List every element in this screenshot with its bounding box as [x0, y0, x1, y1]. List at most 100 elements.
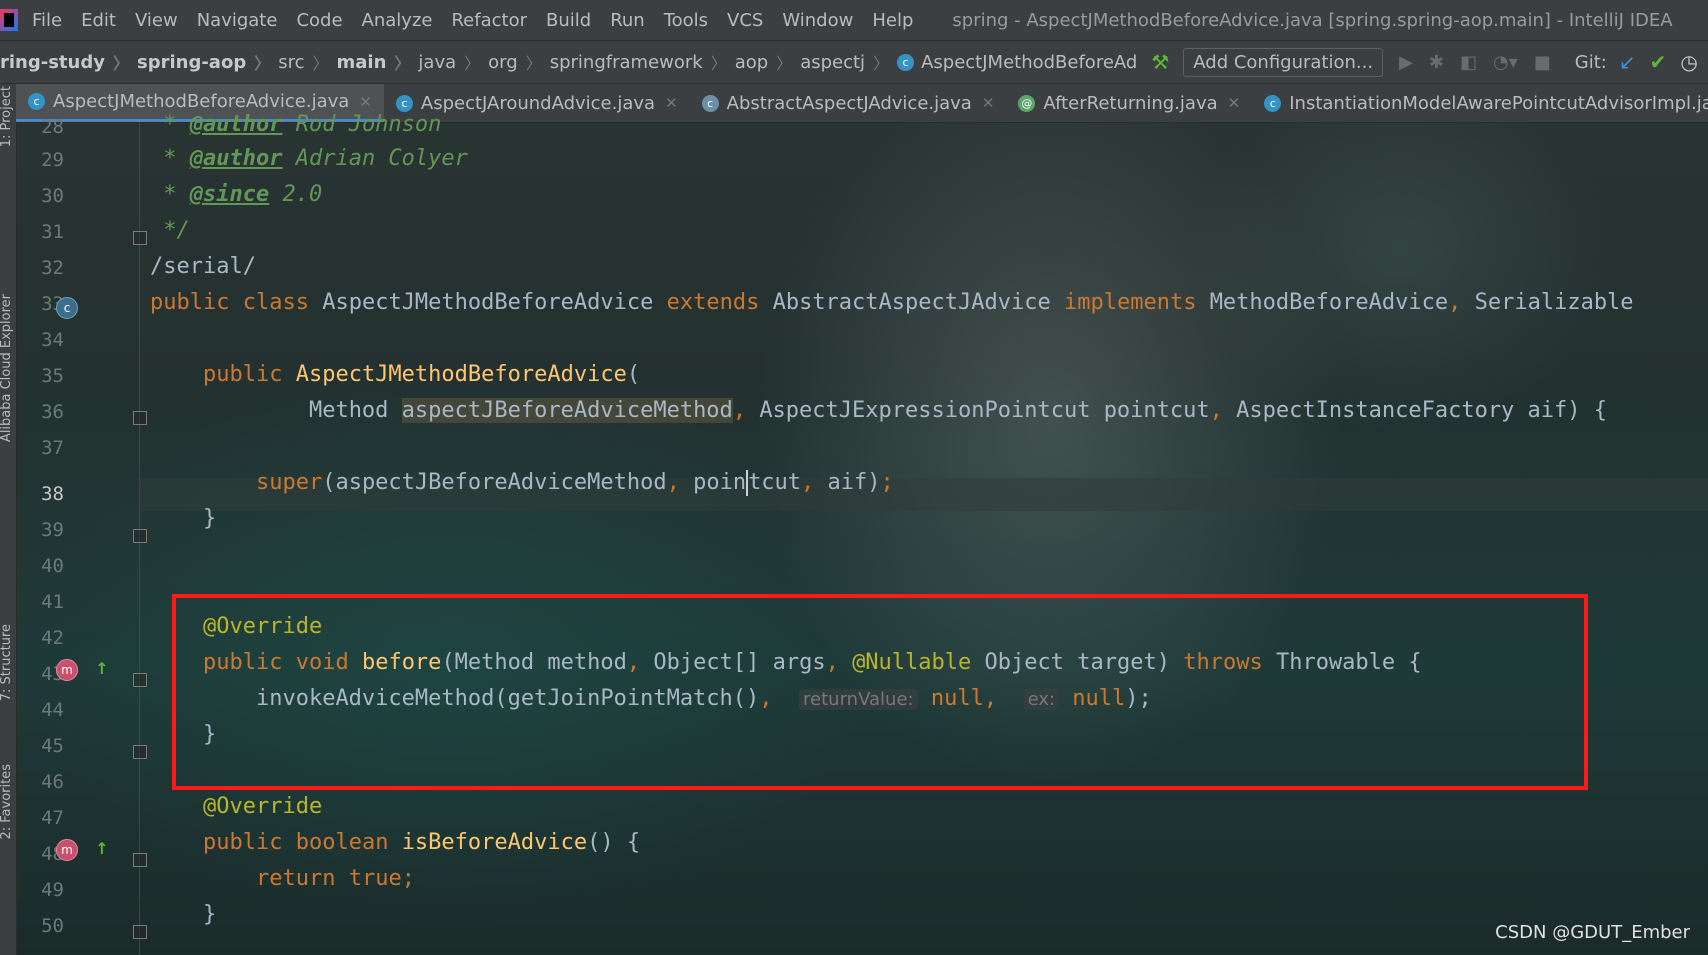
- navigation-bar: ring-study 〉 spring-aop 〉 src 〉 main 〉 java 〉…: [0, 41, 1708, 84]
- tab-label: InstantiationModelAwarePointcutAdvisorIm…: [1289, 92, 1708, 114]
- menu-run[interactable]: Run: [610, 10, 645, 31]
- project-tool-window-button[interactable]: 1: Project: [0, 86, 17, 147]
- left-tool-window-strip: 1: Project Alibaba Cloud Explorer 7: Str…: [0, 84, 17, 955]
- code-line-29: * @author Adrian Colyer: [150, 146, 468, 171]
- line-number: 36: [41, 401, 64, 423]
- alibaba-cloud-explorer-button[interactable]: Alibaba Cloud Explorer: [0, 294, 17, 442]
- menu-tools[interactable]: Tools: [664, 10, 708, 31]
- debug-icon[interactable]: ✱: [1429, 52, 1444, 73]
- line-number: 49: [41, 879, 64, 901]
- profile-icon[interactable]: ◔▾: [1493, 52, 1518, 73]
- line-number: 46: [41, 771, 64, 793]
- line-number: 35: [41, 365, 64, 387]
- breadcrumb-org[interactable]: org 〉: [488, 50, 550, 74]
- tab-label: AbstractAspectJAdvice.java: [726, 92, 972, 114]
- code-line-50: }: [202, 902, 217, 927]
- git-update-icon[interactable]: ↙: [1619, 50, 1636, 74]
- menu-edit[interactable]: Edit: [81, 10, 116, 31]
- git-history-icon[interactable]: ◷: [1680, 50, 1697, 74]
- code-line-30: * @since 2.0: [150, 182, 323, 207]
- window-title: spring - AspectJMethodBeforeAdvice.java …: [952, 9, 1673, 31]
- favorites-tool-window-button[interactable]: 2: Favorites: [0, 764, 17, 840]
- abstract-class-icon: c: [701, 94, 719, 112]
- watermark: CSDN @GDUT_Ember: [1495, 922, 1690, 943]
- tab-label: AfterReturning.java: [1043, 92, 1218, 114]
- implemented-class-icon[interactable]: c: [56, 297, 78, 319]
- editor-gutter[interactable]: 28 29 30 31 32 33 34 35 36 37 38 39 40 4…: [16, 116, 147, 955]
- close-icon[interactable]: ✕: [1228, 94, 1241, 112]
- fold-marker-icon[interactable]: [133, 745, 147, 759]
- breadcrumb-java[interactable]: java 〉: [418, 50, 488, 74]
- structure-tool-window-button[interactable]: 7: Structure: [0, 624, 17, 701]
- tab-abstract-aspectj-advice[interactable]: c AbstractAspectJAdvice.java ✕: [690, 84, 1007, 122]
- tab-instantiation-model-aware-pointcut-advisor-impl[interactable]: c InstantiationModelAwarePointcutAdvisor…: [1252, 84, 1708, 122]
- breadcrumb-module[interactable]: spring-aop 〉: [137, 50, 278, 74]
- highlight-annotation-box: [172, 594, 1588, 790]
- overrides-up-arrow-icon[interactable]: ↑: [92, 839, 112, 859]
- line-number: 50: [41, 915, 64, 937]
- breadcrumb-class[interactable]: c AspectJMethodBeforeAd: [897, 52, 1137, 73]
- code-line-49: return true;: [255, 866, 415, 891]
- fold-marker-icon[interactable]: [133, 411, 147, 425]
- menu-help[interactable]: Help: [872, 10, 913, 31]
- close-icon[interactable]: ✕: [982, 94, 995, 112]
- tab-after-returning[interactable]: @ AfterReturning.java ✕: [1006, 84, 1252, 122]
- overriding-method-icon[interactable]: m: [56, 659, 78, 681]
- fold-marker-icon[interactable]: [133, 853, 147, 867]
- breadcrumb-springframework[interactable]: springframework 〉: [550, 50, 735, 74]
- line-number: 44: [41, 699, 64, 721]
- code-line-33: public class AspectJMethodBeforeAdvice e…: [150, 290, 1634, 315]
- code-line-38: super(aspectJBeforeAdviceMethod, pointcu…: [255, 470, 894, 496]
- line-number: 37: [41, 437, 64, 459]
- line-number: 40: [41, 555, 64, 577]
- coverage-icon[interactable]: ◧: [1460, 52, 1477, 73]
- build-hammer-icon[interactable]: ⚒: [1151, 50, 1169, 74]
- stop-icon[interactable]: ■: [1534, 52, 1551, 73]
- line-number: 32: [41, 257, 64, 279]
- class-icon: c: [28, 93, 45, 110]
- code-line-47: @Override: [202, 794, 323, 819]
- menu-window[interactable]: Window: [782, 10, 853, 31]
- fold-marker-icon[interactable]: [133, 529, 147, 543]
- line-number: 34: [41, 329, 64, 351]
- class-icon: c: [1264, 94, 1282, 112]
- line-number: 42: [41, 627, 64, 649]
- line-number: 29: [41, 149, 64, 171]
- menu-file[interactable]: File: [32, 10, 62, 31]
- menu-analyze[interactable]: Analyze: [362, 10, 433, 31]
- git-label: Git:: [1574, 51, 1607, 73]
- git-commit-icon[interactable]: ✔: [1650, 50, 1667, 74]
- menu-code[interactable]: Code: [296, 10, 342, 31]
- close-icon[interactable]: ✕: [665, 94, 678, 112]
- code-line-48: public boolean isBeforeAdvice() {: [202, 830, 641, 855]
- line-number: 47: [41, 807, 64, 829]
- menu-build[interactable]: Build: [546, 10, 591, 31]
- line-number: 39: [41, 519, 64, 541]
- line-number: 30: [41, 185, 64, 207]
- breadcrumb-aspectj[interactable]: aspectj 〉: [800, 50, 897, 74]
- breadcrumb-project[interactable]: ring-study 〉: [0, 50, 137, 74]
- fold-marker-icon[interactable]: [133, 925, 147, 939]
- menu-navigate[interactable]: Navigate: [197, 10, 278, 31]
- fold-marker-icon[interactable]: [133, 673, 147, 687]
- menu-vcs[interactable]: VCS: [727, 10, 763, 31]
- fold-marker-icon[interactable]: [133, 231, 147, 245]
- line-number: 41: [41, 591, 64, 613]
- run-icon[interactable]: ▶: [1399, 52, 1413, 73]
- breadcrumb-src[interactable]: src 〉: [278, 50, 336, 74]
- code-line-36: Method aspectJBeforeAdviceMethod, Aspect…: [308, 398, 1608, 423]
- code-line-35: public AspectJMethodBeforeAdvice(: [202, 362, 641, 387]
- add-configuration-button[interactable]: Add Configuration...: [1183, 47, 1384, 77]
- code-editor[interactable]: * @author Rod Johnson * @author Adrian C…: [150, 112, 1708, 955]
- line-number: 45: [41, 735, 64, 757]
- code-line-31: */: [150, 218, 190, 243]
- menu-view[interactable]: View: [135, 10, 178, 31]
- breadcrumb-main[interactable]: main 〉: [337, 50, 419, 74]
- overrides-up-arrow-icon[interactable]: ↑: [92, 659, 112, 679]
- breadcrumb-aop[interactable]: aop 〉: [735, 50, 800, 74]
- overriding-method-icon[interactable]: m: [56, 839, 78, 861]
- line-number: 28: [41, 116, 64, 138]
- intellij-logo-icon: [0, 9, 18, 31]
- annotation-icon: @: [1018, 94, 1036, 112]
- menu-refactor[interactable]: Refactor: [451, 10, 527, 31]
